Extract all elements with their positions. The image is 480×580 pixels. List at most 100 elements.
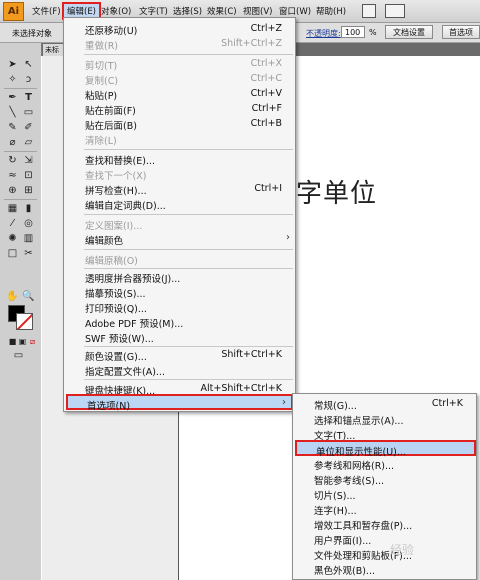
opacity-input[interactable]: 100 bbox=[341, 26, 365, 38]
eyedropper-tool-icon[interactable]: ⁄ bbox=[5, 217, 20, 230]
pen-tool-icon[interactable]: ✒ bbox=[5, 91, 20, 104]
menu-item-label: 连字(H)... bbox=[314, 506, 357, 517]
menu-object[interactable]: 对象(O) bbox=[101, 5, 131, 17]
menu-window[interactable]: 窗口(W) bbox=[279, 5, 311, 17]
preferences-button[interactable]: 首选项 bbox=[442, 25, 480, 39]
pencil-tool-icon[interactable]: ✐ bbox=[21, 121, 36, 134]
menu-item-edit-original[interactable]: 编辑原稿(O) bbox=[64, 251, 295, 267]
pref-item-guides-grid[interactable]: 参考线和网格(R)... bbox=[293, 456, 476, 472]
menu-file[interactable]: 文件(F) bbox=[32, 5, 61, 17]
menu-item-paste-in-back[interactable]: 贴在后面(B) Ctrl+B bbox=[64, 116, 295, 132]
menu-item-label: 粘贴(P) bbox=[85, 91, 118, 102]
pref-item-units-display[interactable]: 单位和显示性能(U)... bbox=[295, 440, 476, 458]
app-logo: Ai bbox=[3, 2, 24, 21]
pref-item-type[interactable]: 文字(T)... bbox=[293, 426, 476, 442]
menu-item-edit-dictionary[interactable]: 编辑自定词典(D)... bbox=[64, 196, 295, 212]
stroke-color-swatch[interactable] bbox=[16, 313, 33, 330]
menu-type[interactable]: 文字(T) bbox=[139, 5, 168, 17]
hand-tool-icon[interactable]: ✋ bbox=[5, 290, 20, 303]
pref-item-general[interactable]: 常规(G)... Ctrl+K bbox=[293, 396, 476, 412]
line-tool-icon[interactable]: ╲ bbox=[5, 106, 20, 119]
warp-tool-icon[interactable]: ≈ bbox=[5, 169, 20, 182]
menu-item-undo[interactable]: 还原移动(U) Ctrl+Z bbox=[64, 21, 295, 37]
perspective-grid-tool-icon[interactable]: ⊞ bbox=[21, 184, 36, 197]
menu-item-print-presets[interactable]: 打印预设(Q)... bbox=[64, 299, 295, 315]
menu-item-preferences[interactable]: 首选项(N) › bbox=[66, 394, 293, 412]
tools-panel: ➤ ↖ ✧ ↄ ✒ T ╲ ▭ ✎ ✐ ⌀ ▱ ↻ ⇲ ≈ ⊡ ⊕ ⊞ ▦ ▮ … bbox=[0, 43, 42, 580]
selection-tool-icon[interactable]: ➤ bbox=[5, 58, 20, 71]
rectangle-tool-icon[interactable]: ▭ bbox=[21, 106, 36, 119]
type-tool-icon[interactable]: T bbox=[21, 91, 36, 104]
menu-item-define-pattern[interactable]: 定义图案(I)... bbox=[64, 216, 295, 232]
menu-select[interactable]: 选择(S) bbox=[173, 5, 202, 17]
gradient-tool-icon[interactable]: ▮ bbox=[21, 202, 36, 215]
blob-brush-tool-icon[interactable]: ⌀ bbox=[5, 136, 20, 149]
menu-item-color-settings[interactable]: 颜色设置(G)... Shift+Ctrl+K bbox=[64, 347, 295, 363]
menu-item-label: 选择和锚点显示(A)... bbox=[314, 416, 404, 427]
menu-view[interactable]: 视图(V) bbox=[243, 5, 272, 17]
submenu-arrow-icon: › bbox=[286, 232, 290, 243]
menu-item-label: 首选项(N) bbox=[87, 401, 131, 412]
pref-item-user-interface[interactable]: 用户界面(I)... bbox=[293, 531, 476, 547]
menu-help[interactable]: 帮助(H) bbox=[316, 5, 346, 17]
symbol-sprayer-tool-icon[interactable]: ✺ bbox=[5, 232, 20, 245]
selection-status: 未选择对象 bbox=[12, 29, 52, 38]
menu-item-label: 编辑颜色 bbox=[85, 236, 124, 247]
eraser-tool-icon[interactable]: ▱ bbox=[21, 136, 36, 149]
document-settings-button[interactable]: 文档设置 bbox=[385, 25, 433, 39]
bridge-icon[interactable] bbox=[362, 4, 376, 18]
mesh-tool-icon[interactable]: ▦ bbox=[5, 202, 20, 215]
paintbrush-tool-icon[interactable]: ✎ bbox=[5, 121, 20, 134]
menu-item-paste[interactable]: 粘贴(P) Ctrl+V bbox=[64, 86, 295, 102]
menu-item-copy[interactable]: 复制(C) Ctrl+C bbox=[64, 71, 295, 87]
opacity-label[interactable]: 不透明度: bbox=[306, 28, 341, 39]
menu-item-pdf-presets[interactable]: Adobe PDF 预设(M)... bbox=[64, 314, 295, 330]
zoom-tool-icon[interactable]: 🔍 bbox=[21, 290, 36, 303]
pref-item-file-handling[interactable]: 文件处理和剪贴板(F)... bbox=[293, 546, 476, 562]
edit-menu: 还原移动(U) Ctrl+Z 重做(R) Shift+Ctrl+Z 剪切(T) Ctr… bbox=[63, 17, 296, 412]
direct-selection-tool-icon[interactable]: ↖ bbox=[21, 58, 36, 71]
lasso-tool-icon[interactable]: ↄ bbox=[21, 73, 36, 86]
pref-item-slices[interactable]: 切片(S)... bbox=[293, 486, 476, 502]
menu-item-label: 增效工具和暂存盘(P)... bbox=[314, 521, 413, 532]
column-graph-tool-icon[interactable]: ▥ bbox=[21, 232, 36, 245]
menu-item-paste-in-front[interactable]: 贴在前面(F) Ctrl+F bbox=[64, 101, 295, 117]
slice-tool-icon[interactable]: ✂ bbox=[21, 247, 36, 260]
screen-mode-icon[interactable]: ▭ bbox=[11, 349, 26, 362]
menu-item-label: 贴在后面(B) bbox=[85, 121, 137, 132]
scale-tool-icon[interactable]: ⇲ bbox=[21, 154, 36, 167]
pref-item-black-appearance[interactable]: 黑色外观(B)... bbox=[293, 561, 476, 577]
shape-builder-tool-icon[interactable]: ⊕ bbox=[5, 184, 20, 197]
pref-item-smart-guides[interactable]: 智能参考线(S)... bbox=[293, 471, 476, 487]
menu-item-label: 颜色设置(G)... bbox=[85, 352, 147, 363]
menu-item-clear[interactable]: 清除(L) bbox=[64, 131, 295, 147]
pref-item-selection-anchor[interactable]: 选择和锚点显示(A)... bbox=[293, 411, 476, 427]
pref-item-plugins-scratch[interactable]: 增效工具和暂存盘(P)... bbox=[293, 516, 476, 532]
free-transform-tool-icon[interactable]: ⊡ bbox=[21, 169, 36, 182]
menu-item-redo[interactable]: 重做(R) Shift+Ctrl+Z bbox=[64, 36, 295, 52]
menu-item-flattener-presets[interactable]: 透明度拼合器预设(J)... bbox=[64, 269, 295, 285]
menu-item-shortcut: Ctrl+I bbox=[254, 183, 282, 194]
menu-item-label: 重做(R) bbox=[85, 41, 119, 52]
menu-item-find-next[interactable]: 查找下一个(X) bbox=[64, 166, 295, 182]
menu-item-spell-check[interactable]: 拼写检查(H)... Ctrl+I bbox=[64, 181, 295, 197]
menu-item-cut[interactable]: 剪切(T) Ctrl+X bbox=[64, 56, 295, 72]
menu-item-label: Adobe PDF 预设(M)... bbox=[85, 319, 184, 330]
none-mode-icon[interactable]: ⧄ bbox=[25, 335, 40, 348]
arrange-documents-icon[interactable] bbox=[385, 4, 405, 18]
menu-item-find-replace[interactable]: 查找和替换(E)... bbox=[64, 151, 295, 167]
menu-item-label: 用户界面(I)... bbox=[314, 536, 372, 547]
magic-wand-tool-icon[interactable]: ✧ bbox=[5, 73, 20, 86]
menu-item-swf-presets[interactable]: SWF 预设(W)... bbox=[64, 329, 295, 345]
menu-effect[interactable]: 效果(C) bbox=[207, 5, 237, 17]
menu-item-label: 贴在前面(F) bbox=[85, 106, 136, 117]
rotate-tool-icon[interactable]: ↻ bbox=[5, 154, 20, 167]
blend-tool-icon[interactable]: ◎ bbox=[21, 217, 36, 230]
menu-item-assign-profile[interactable]: 指定配置文件(A)... bbox=[64, 362, 295, 378]
canvas-text: 字单位 bbox=[296, 179, 378, 209]
menu-item-tracing-presets[interactable]: 描摹预设(S)... bbox=[64, 284, 295, 300]
pref-item-hyphenation[interactable]: 连字(H)... bbox=[293, 501, 476, 517]
artboard-tool-icon[interactable]: □ bbox=[5, 247, 20, 260]
menu-item-edit-colors[interactable]: 编辑颜色 › bbox=[64, 231, 295, 247]
menu-item-label: 编辑自定词典(D)... bbox=[85, 201, 166, 212]
